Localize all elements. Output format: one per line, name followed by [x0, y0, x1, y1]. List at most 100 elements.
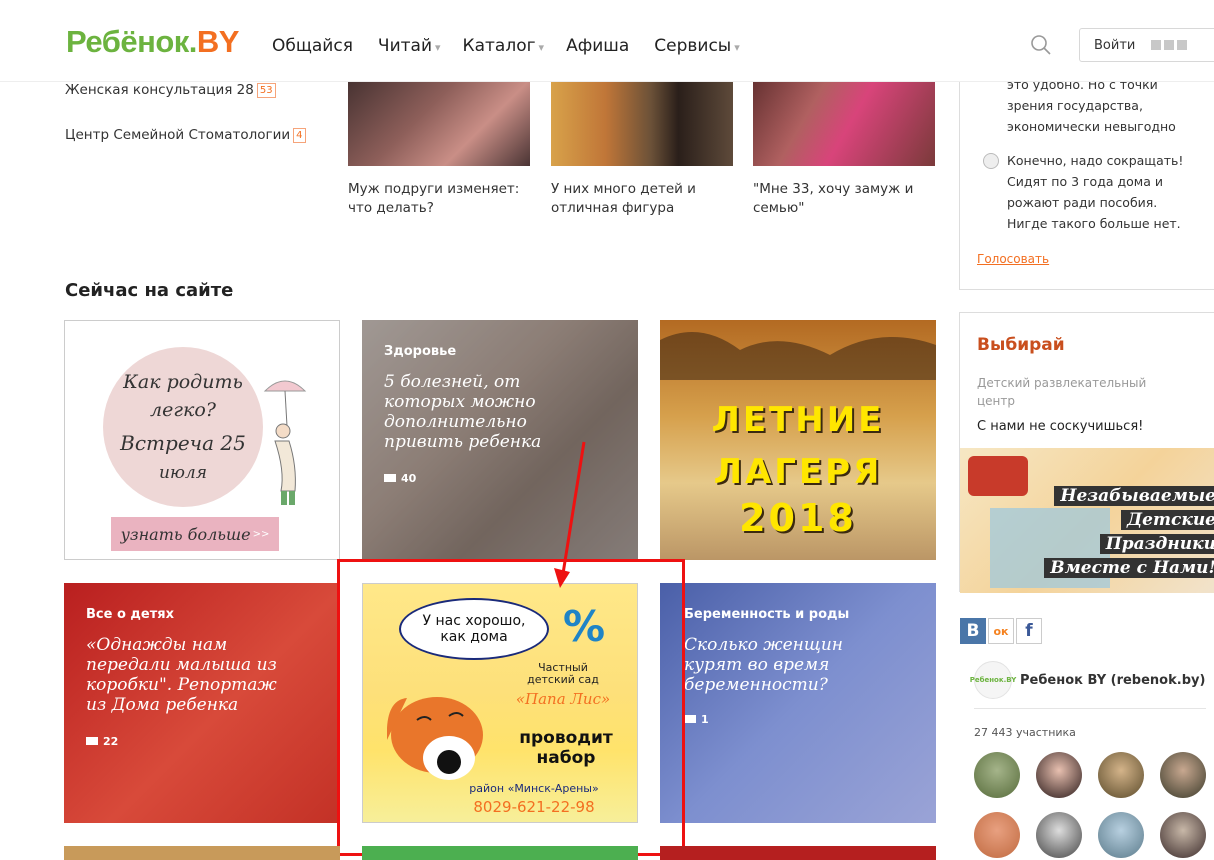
choose-title: Выбирай: [977, 335, 1065, 355]
chevron-down-icon: ▾: [435, 41, 441, 54]
sunset-trees-decoration: [660, 332, 936, 380]
nav-item-chitay[interactable]: Читай ▾: [378, 36, 441, 56]
clinic-link[interactable]: Женская консультация 28 53: [65, 82, 276, 98]
poll-text-line: Нигде такого больше нет.: [1007, 216, 1181, 231]
ok-tab-button[interactable]: ок: [988, 618, 1014, 644]
poll-radio-option-2[interactable]: [983, 153, 999, 169]
tile-category: Все о детях: [86, 607, 174, 622]
facebook-icon[interactable]: [1151, 40, 1162, 50]
member-avatar[interactable]: [974, 812, 1020, 858]
tile-category: Беременность и роды: [684, 607, 850, 622]
comment-count-value: 1: [701, 713, 709, 726]
comment-icon: [684, 715, 696, 723]
login-button[interactable]: Войти: [1079, 28, 1214, 62]
camp-year: 2018: [739, 496, 857, 540]
community-group-link[interactable]: Ребенок.BY Ребенок BY (rebenok.by): [970, 659, 1206, 709]
learn-more-label: узнать больше: [120, 524, 251, 544]
red-highlight-box: [337, 559, 685, 856]
nav-item-label: Сервисы: [654, 36, 732, 56]
vote-link[interactable]: Голосовать: [977, 252, 1049, 266]
login-label: Войти: [1094, 37, 1136, 53]
umbrella-girl-illustration: [263, 380, 307, 505]
facebook-icon: f: [1025, 621, 1033, 641]
tile-headline: 5 болезней, от которых можно дополнитель…: [384, 372, 542, 452]
member-avatar[interactable]: [1160, 752, 1206, 798]
comment-icon: [384, 474, 396, 482]
nav-item-katalog[interactable]: Каталог ▾: [463, 36, 545, 56]
article-title-link[interactable]: У них много детей и отличная фигура: [551, 180, 736, 218]
nav-item-afisha[interactable]: Афиша: [566, 36, 632, 56]
logo-text-main: Ребёнок.: [66, 24, 197, 59]
chevron-down-icon: ▾: [734, 41, 740, 54]
poll-option-2-text[interactable]: Конечно, надо сокращать! Сидят по 3 года…: [1007, 150, 1214, 234]
odnoklassniki-icon[interactable]: [1164, 40, 1175, 50]
promo-tile-camps[interactable]: ЛЕТНИЕ ЛАГЕРЯ 2018: [660, 320, 936, 560]
tile-partial[interactable]: [660, 846, 936, 860]
vk-icon: В: [966, 621, 980, 641]
member-avatar[interactable]: [1036, 752, 1082, 798]
promo-tile-birth[interactable]: Как родить легко? Встреча 25 июля узнать…: [64, 320, 340, 560]
comment-count-value: 22: [103, 735, 119, 748]
banner-line: Незабываемые: [1054, 486, 1214, 506]
review-count-badge: 4: [293, 128, 306, 143]
camp-title-line: ЛАГЕРЯ: [713, 452, 883, 492]
clinic-name: Центр Семейной Стоматологии: [65, 127, 291, 143]
article-tile-kids[interactable]: Все о детях «Однажды нам передали малыша…: [64, 583, 340, 823]
comment-icon: [86, 737, 98, 745]
poll-text-line: Сидят по 3 года дома и: [1007, 174, 1163, 189]
banner-line: Праздники: [1099, 534, 1214, 554]
article-tile-health[interactable]: Здоровье 5 болезней, от которых можно до…: [362, 320, 638, 560]
member-avatar[interactable]: [1036, 812, 1082, 858]
banner-line: Детские: [1121, 510, 1214, 530]
poll-text-line: экономически невыгодно: [1007, 119, 1176, 134]
poll-text-line: рожают ради пособия.: [1007, 195, 1158, 210]
nav-item-label: Читай: [377, 36, 432, 56]
search-icon[interactable]: [1030, 34, 1052, 56]
nav-item-servisy[interactable]: Сервисы ▾: [654, 36, 740, 56]
nav-item-label: Каталог: [462, 36, 536, 56]
article-title-link[interactable]: Муж подруги изменяет: что делать?: [348, 180, 533, 218]
poll-text-line: Конечно, надо сокращать!: [1007, 153, 1184, 168]
main-nav: Общайся Читай ▾ Каталог ▾ Афиша Сервисы ▾: [272, 36, 762, 56]
promo-line: легко?: [150, 399, 216, 421]
chevron-down-icon: ▾: [538, 41, 545, 54]
tile-headline: «Однажды нам передали малыша из коробки"…: [86, 635, 277, 715]
group-avatar: Ребенок.BY: [970, 661, 1016, 699]
nav-item-label: Афиша: [566, 36, 630, 56]
clinic-name: Женская консультация 28: [65, 82, 254, 98]
comment-count-value: 40: [401, 472, 417, 485]
site-header: Ребёнок.BY Общайся Читай ▾ Каталог ▾ Афиша…: [0, 0, 1214, 82]
comment-count: 1: [684, 713, 709, 726]
section-title: Сейчас на сайте: [65, 280, 234, 301]
poll-text-line: зрения государства,: [1007, 98, 1143, 113]
tile-partial[interactable]: [362, 846, 638, 860]
learn-more-button[interactable]: узнать больше >>: [111, 517, 279, 551]
member-avatar[interactable]: [1160, 812, 1206, 858]
choose-subtitle: Детский развлекательный центр: [977, 376, 1147, 408]
poll-option-1-text[interactable]: это удобно. Но с точки зрения государств…: [1007, 74, 1214, 137]
double-chevron-right-icon: >>: [252, 528, 270, 540]
comment-count: 40: [384, 472, 416, 485]
member-avatar[interactable]: [974, 752, 1020, 798]
choose-description: С нами не соскучишься!: [977, 419, 1144, 434]
banner-line: Вместе с Нами!: [1044, 558, 1214, 578]
vk-icon[interactable]: [1177, 40, 1188, 50]
facebook-tab-button[interactable]: f: [1016, 618, 1042, 644]
logo-text-by: BY: [196, 24, 240, 59]
clinic-link[interactable]: Центр Семейной Стоматологии 4: [65, 127, 306, 143]
group-name: Ребенок BY (rebenok.by): [1020, 673, 1206, 688]
nav-item-obshchaysya[interactable]: Общайся: [272, 36, 356, 56]
vk-tab-button[interactable]: В: [960, 618, 986, 644]
party-banner[interactable]: Незабываемые Детские Праздники Вместе с …: [960, 448, 1214, 593]
nav-item-label: Общайся: [272, 36, 353, 56]
camp-title-line: ЛЕТНИЕ: [711, 400, 885, 440]
tile-partial[interactable]: [64, 846, 340, 860]
tile-headline: Сколько женщин курят во время беременнос…: [684, 635, 844, 695]
article-title-link[interactable]: "Мне 33, хочу замуж и семью": [753, 180, 938, 218]
tile-category: Здоровье: [384, 344, 457, 359]
site-logo[interactable]: Ребёнок.BY: [66, 24, 240, 60]
page: Ребёнок.BY Общайся Читай ▾ Каталог ▾ Афиша…: [0, 0, 1214, 860]
article-tile-pregnancy[interactable]: Беременность и роды Сколько женщин курят…: [660, 583, 936, 823]
member-avatar[interactable]: [1098, 812, 1144, 858]
member-avatar[interactable]: [1098, 752, 1144, 798]
